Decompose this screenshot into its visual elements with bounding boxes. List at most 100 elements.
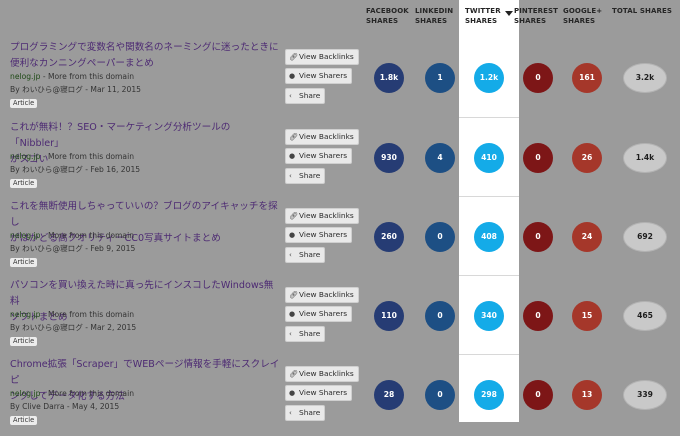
view-backlinks-button[interactable]: 🔗︎View Backlinks (285, 287, 359, 303)
more-from-domain-link[interactable]: - More from this domain (40, 310, 134, 319)
twitter-share-count: 340 (474, 301, 504, 331)
link-icon: 🔗︎ (289, 291, 298, 299)
view-sharers-button[interactable]: ● View Sharers (285, 385, 353, 401)
pinterest-share-count: 0 (523, 222, 553, 252)
facebook-share-count: 260 (374, 222, 404, 252)
view-backlinks-button[interactable]: 🔗︎View Backlinks (285, 129, 359, 145)
view-backlinks-label: View Backlinks (299, 369, 354, 378)
domain-line: nelog.jp - More from this domain (10, 310, 134, 320)
domain-link[interactable]: nelog.jp (10, 310, 40, 319)
view-backlinks-button[interactable]: 🔗︎View Backlinks (285, 208, 359, 224)
linkedin-share-count: 1 (425, 63, 455, 93)
total-share-count: 465 (623, 301, 667, 331)
view-sharers-label: View Sharers (299, 309, 348, 318)
googleplus-share-count: 15 (572, 301, 602, 331)
byline: By わいひら@寝ログ - Feb 16, 2015 (10, 165, 141, 174)
googleplus-share-count: 161 (572, 63, 602, 93)
view-sharers-button[interactable]: ● View Sharers (285, 227, 353, 243)
share-icon: ‹ (289, 92, 292, 100)
googleplus-share-count: 26 (572, 143, 602, 173)
pinterest-share-count: 0 (523, 63, 553, 93)
users-icon: ● (289, 389, 296, 397)
share-button[interactable]: ‹ Share (285, 88, 326, 104)
header-linkedin-shares[interactable]: LINKEDIN SHARES (415, 6, 453, 26)
users-icon: ● (289, 72, 296, 80)
users-icon: ● (289, 231, 296, 239)
link-icon: 🔗︎ (289, 370, 298, 378)
link-icon: 🔗︎ (289, 53, 298, 61)
header-pinterest-shares[interactable]: PINTEREST SHARES (514, 6, 558, 26)
article-title-link[interactable]: プログラミングで変数名や関数名のネーミングに迷ったときに 便利なカンニングペーパ… (10, 40, 280, 72)
more-from-domain-link[interactable]: - More from this domain (40, 389, 134, 398)
linkedin-share-count: 0 (425, 301, 455, 331)
facebook-share-count: 930 (374, 143, 404, 173)
link-icon: 🔗︎ (289, 212, 298, 220)
view-backlinks-button[interactable]: 🔗︎View Backlinks (285, 366, 359, 382)
linkedin-share-count: 4 (425, 143, 455, 173)
share-label: Share (299, 91, 321, 100)
share-button[interactable]: ‹ Share (285, 405, 326, 421)
domain-link[interactable]: nelog.jp (10, 231, 40, 240)
total-share-count: 3.2k (623, 63, 667, 93)
domain-line: nelog.jp - More from this domain (10, 152, 134, 162)
share-label: Share (299, 329, 321, 338)
article-row: これを無断使用しちゃっていいの？ブログのアイキャッチを探し がはかどる高クオリテ… (0, 197, 680, 276)
total-share-count: 692 (623, 222, 667, 252)
googleplus-share-count: 24 (572, 222, 602, 252)
byline: By わいひら@寝ログ - Feb 9, 2015 (10, 244, 136, 253)
view-sharers-label: View Sharers (299, 230, 348, 239)
view-sharers-label: View Sharers (299, 71, 348, 80)
share-button[interactable]: ‹ Share (285, 168, 326, 184)
share-icon: ‹ (289, 251, 292, 259)
header-total-shares[interactable]: TOTAL SHARES (612, 6, 672, 16)
header-googleplus-shares[interactable]: GOOGLE+ SHARES (563, 6, 602, 26)
twitter-share-count: 1.2k (474, 63, 504, 93)
share-icon: ‹ (289, 409, 292, 417)
domain-line: nelog.jp - More from this domain (10, 72, 134, 82)
article-row: これが無料！？SEO・マーケティング分析ツールの「Nibbler」 がスゴい n… (0, 118, 680, 197)
facebook-share-count: 28 (374, 380, 404, 410)
article-row: Chrome拡張「Scraper」でWEBページ情報を手軽にスクレイピ ングして… (0, 355, 680, 434)
view-backlinks-label: View Backlinks (299, 211, 354, 220)
share-button[interactable]: ‹ Share (285, 247, 326, 263)
view-sharers-label: View Sharers (299, 151, 348, 160)
twitter-share-count: 408 (474, 222, 504, 252)
domain-line: nelog.jp - More from this domain (10, 231, 134, 241)
link-icon: 🔗︎ (289, 133, 298, 141)
view-sharers-button[interactable]: ● View Sharers (285, 306, 353, 322)
domain-line: nelog.jp - More from this domain (10, 389, 134, 399)
view-sharers-label: View Sharers (299, 388, 348, 397)
byline: By Clive Darra - May 4, 2015 (10, 402, 120, 411)
sort-desc-icon[interactable] (505, 11, 513, 16)
article-type-badge: Article (10, 337, 38, 346)
view-sharers-button[interactable]: ● View Sharers (285, 68, 353, 84)
total-share-count: 1.4k (623, 143, 667, 173)
view-sharers-button[interactable]: ● View Sharers (285, 148, 353, 164)
article-type-badge: Article (10, 258, 38, 267)
twitter-share-count: 298 (474, 380, 504, 410)
share-button[interactable]: ‹ Share (285, 326, 326, 342)
total-share-count: 339 (623, 380, 667, 410)
byline: By わいひら@寝ログ - Mar 2, 2015 (10, 323, 137, 332)
pinterest-share-count: 0 (523, 380, 553, 410)
view-backlinks-button[interactable]: 🔗︎View Backlinks (285, 49, 359, 65)
pinterest-share-count: 0 (523, 143, 553, 173)
share-label: Share (299, 408, 321, 417)
twitter-share-count: 410 (474, 143, 504, 173)
domain-link[interactable]: nelog.jp (10, 72, 40, 81)
pinterest-share-count: 0 (523, 301, 553, 331)
more-from-domain-link[interactable]: - More from this domain (40, 72, 134, 81)
header-facebook-shares[interactable]: FACEBOOK SHARES (366, 6, 409, 26)
users-icon: ● (289, 310, 296, 318)
domain-link[interactable]: nelog.jp (10, 152, 40, 161)
view-backlinks-label: View Backlinks (299, 290, 354, 299)
byline: By わいひら@寝ログ - Mar 11, 2015 (10, 85, 141, 94)
article-type-badge: Article (10, 179, 38, 188)
share-icon: ‹ (289, 172, 292, 180)
article-type-badge: Article (10, 416, 38, 425)
domain-link[interactable]: nelog.jp (10, 389, 40, 398)
article-type-badge: Article (10, 99, 38, 108)
share-label: Share (299, 171, 321, 180)
more-from-domain-link[interactable]: - More from this domain (40, 231, 134, 240)
more-from-domain-link[interactable]: - More from this domain (40, 152, 134, 161)
